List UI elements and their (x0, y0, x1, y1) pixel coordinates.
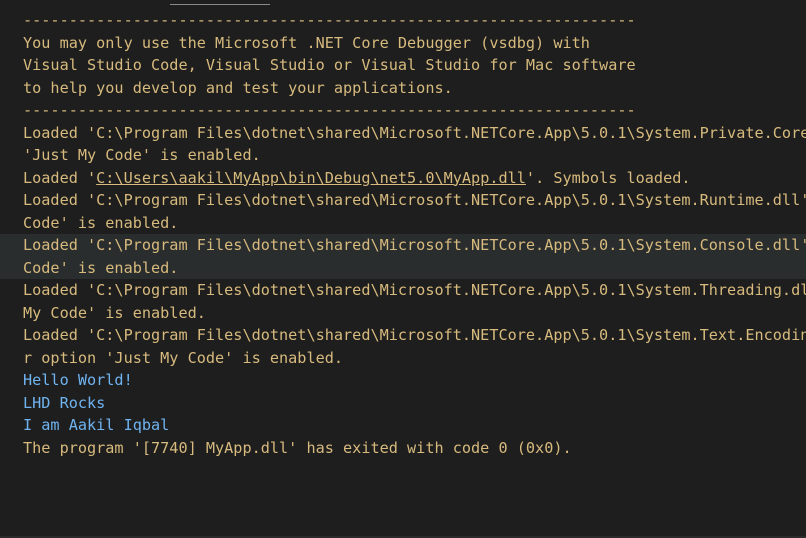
console-line-module-load-hovered: Loaded 'C:\Program Files\dotnet\shared\M… (0, 234, 806, 257)
console-line-output: I am Aakil Iqbal (23, 416, 170, 434)
console-line-module-load-cont: 'Just My Code' is enabled. (23, 146, 261, 164)
console-line-module-load: Loaded 'C:\Users\aakil\MyApp\bin\Debug\n… (0, 167, 806, 190)
debug-console[interactable]: ----------------------------------------… (0, 9, 806, 529)
console-line-module-load-cont: My Code' is enabled. (23, 303, 206, 322)
console-line-output: LHD Rocks (23, 393, 106, 412)
console-line-module-load: Loaded 'C:\Program Files\dotnet\shared\M… (23, 281, 806, 299)
console-line-prefix: Loaded ' (23, 168, 97, 187)
tab-active-indicator (170, 4, 270, 5)
console-line-license: You may only use the Microsoft .NET Core… (23, 33, 590, 52)
console-line-module-load: Loaded 'C:\Program Files\dotnet\shared\M… (23, 123, 806, 142)
console-line-module-load: Loaded 'C:\Program Files\dotnet\shared\M… (23, 191, 806, 209)
console-line-module-load-cont-hovered: Code' is enabled. (0, 256, 806, 279)
console-line-output: Hello World! (23, 371, 133, 389)
console-line-module-load: Loaded 'C:\Program Files\dotnet\shared\M… (23, 326, 806, 344)
console-line-suffix: '. Symbols loaded. (525, 168, 691, 187)
console-line-separator: ----------------------------------------… (23, 11, 636, 29)
console-line-module-load-cont: r option 'Just My Code' is enabled. (23, 348, 344, 367)
console-line-license: Visual Studio Code, Visual Studio or Vis… (23, 56, 636, 74)
console-line-separator: ----------------------------------------… (23, 101, 636, 119)
console-line-module-load-cont: Code' is enabled. (23, 213, 179, 232)
console-line-license: to help you develop and test your applic… (23, 78, 453, 97)
console-line-exit: The program '[7740] MyApp.dll' has exite… (23, 438, 572, 457)
dll-path-link[interactable]: C:\Users\aakil\MyApp\bin\Debug\net5.0\My… (96, 169, 526, 187)
